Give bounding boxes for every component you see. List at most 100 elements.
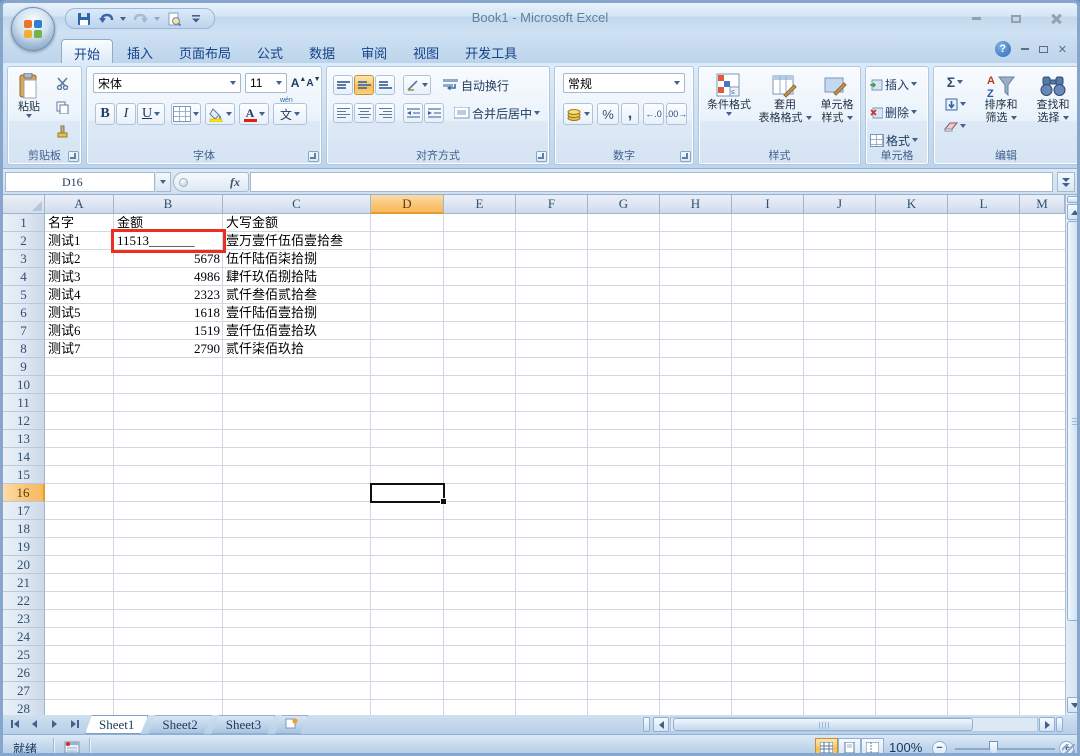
row-header-2[interactable]: 2 (3, 232, 45, 250)
row-header-16[interactable]: 16 (3, 484, 45, 502)
cell-C3[interactable]: 伍仟陆佰柒拾捌 (223, 250, 423, 268)
insert-function-button[interactable]: fx (230, 175, 240, 190)
zoom-level[interactable]: 100% (889, 740, 922, 753)
grow-font-button[interactable]: A ▲ (291, 73, 307, 93)
row-header-8[interactable]: 8 (3, 340, 45, 358)
cell-A4[interactable]: 测试3 (45, 268, 114, 286)
underline-button[interactable]: U (137, 103, 165, 125)
cell-C6[interactable]: 壹仟陆佰壹拾捌 (223, 304, 423, 322)
row-header-25[interactable]: 25 (3, 646, 45, 664)
cell-styles-button[interactable]: 单元格 样式 (815, 73, 859, 125)
font-size-select[interactable]: 11 (245, 73, 287, 93)
sort-filter-button[interactable]: AZ 排序和 筛选 (976, 73, 1026, 125)
align-left-button[interactable] (333, 103, 353, 123)
cell-A3[interactable]: 测试2 (45, 250, 114, 268)
cell-B4[interactable]: 4986 (114, 268, 223, 286)
row-header-7[interactable]: 7 (3, 322, 45, 340)
clipboard-dialog-launcher-icon[interactable] (68, 151, 79, 162)
row-header-26[interactable]: 26 (3, 664, 45, 682)
row-header-1[interactable]: 1 (3, 214, 45, 232)
conditional-formatting-button[interactable]: ≤ 条件格式 (703, 73, 755, 116)
align-middle-button[interactable] (354, 75, 374, 95)
decrease-indent-button[interactable] (403, 103, 423, 123)
customize-qat-icon[interactable] (188, 11, 204, 27)
cell-C7[interactable]: 壹仟伍佰壹拾玖 (223, 322, 423, 340)
column-header-J[interactable]: J (804, 195, 876, 214)
scroll-left-button[interactable] (653, 717, 669, 732)
italic-button[interactable]: I (116, 103, 136, 125)
tab-developer[interactable]: 开发工具 (453, 39, 529, 63)
name-box[interactable]: D16 (5, 172, 155, 192)
alignment-dialog-launcher-icon[interactable] (536, 151, 547, 162)
row-header-20[interactable]: 20 (3, 556, 45, 574)
zoom-slider-thumb[interactable] (989, 741, 998, 753)
row-header-6[interactable]: 6 (3, 304, 45, 322)
row-header-9[interactable]: 9 (3, 358, 45, 376)
formula-input[interactable] (250, 172, 1053, 192)
horizontal-scrollbar[interactable] (670, 717, 1038, 732)
save-icon[interactable] (76, 11, 92, 27)
number-dialog-launcher-icon[interactable] (680, 151, 691, 162)
font-dialog-launcher-icon[interactable] (308, 151, 319, 162)
sheet-tab-sheet1[interactable]: Sheet1 (85, 715, 148, 734)
sheet-tab-sheet3[interactable]: Sheet3 (212, 715, 275, 734)
cell-B6[interactable]: 1618 (114, 304, 223, 322)
increase-decimal-button[interactable]: ←.0 (643, 103, 664, 125)
phonetic-guide-button[interactable]: wén 文 (273, 97, 307, 125)
row-header-15[interactable]: 15 (3, 466, 45, 484)
last-sheet-button[interactable] (65, 716, 84, 732)
redo-icon[interactable] (132, 11, 148, 27)
select-all-button[interactable] (3, 195, 45, 214)
row-header-10[interactable]: 10 (3, 376, 45, 394)
decrease-decimal-button[interactable]: .00→ (666, 103, 687, 125)
grid-body[interactable]: 名字 金额 大写金额 测试1 11513_______ 壹万壹仟伍佰壹拾叁 测试2 5678 伍… (45, 214, 1065, 715)
copy-button[interactable] (50, 97, 74, 117)
scroll-right-button[interactable] (1039, 717, 1055, 732)
undo-dropdown-icon[interactable] (120, 16, 126, 21)
cell-A5[interactable]: 测试4 (45, 286, 114, 304)
redo-dropdown-icon[interactable] (154, 16, 160, 21)
cell-A7[interactable]: 测试6 (45, 322, 114, 340)
minimize-button[interactable] (963, 11, 989, 26)
shrink-font-button[interactable]: A ▼ (306, 73, 321, 93)
page-break-view-button[interactable] (861, 738, 884, 753)
clear-button[interactable] (940, 117, 970, 135)
insert-cells-button[interactable]: 插入 (869, 74, 918, 94)
format-as-table-button[interactable]: 套用 表格格式 (757, 73, 813, 125)
prev-sheet-button[interactable] (25, 716, 44, 732)
align-top-button[interactable] (333, 75, 353, 95)
format-cells-button[interactable]: 格式 (869, 130, 919, 150)
find-select-button[interactable]: 查找和 选择 (1030, 73, 1076, 125)
vertical-scrollbar[interactable] (1065, 195, 1077, 715)
name-box-dropdown-icon[interactable] (156, 172, 171, 192)
accounting-format-button[interactable] (563, 103, 593, 125)
sheet-tab-sheet2[interactable]: Sheet2 (148, 715, 211, 734)
active-cell-D16[interactable] (370, 483, 447, 505)
row-header-4[interactable]: 4 (3, 268, 45, 286)
normal-view-button[interactable] (815, 738, 838, 753)
scroll-up-button[interactable] (1067, 204, 1077, 220)
tab-home[interactable]: 开始 (61, 39, 114, 63)
column-header-L[interactable]: L (948, 195, 1020, 214)
delete-cells-button[interactable]: 删除 (869, 102, 918, 122)
vertical-split-handle[interactable] (1067, 196, 1077, 203)
cell-C5[interactable]: 贰仟叁佰贰拾叁 (223, 286, 423, 304)
font-name-select[interactable]: 宋体 (93, 73, 241, 93)
cell-B3[interactable]: 5678 (114, 250, 223, 268)
zoom-slider-track[interactable] (955, 748, 1055, 750)
column-header-I[interactable]: I (732, 195, 804, 214)
tab-insert[interactable]: 插入 (115, 39, 165, 63)
tab-review[interactable]: 审阅 (349, 39, 399, 63)
page-layout-view-button[interactable] (838, 738, 861, 753)
wrap-text-button[interactable]: 自动换行 (439, 75, 513, 95)
cell-A8[interactable]: 测试7 (45, 340, 114, 358)
tab-split-handle[interactable] (1056, 717, 1063, 732)
row-header-21[interactable]: 21 (3, 574, 45, 592)
doc-minimize-button[interactable] (1020, 48, 1029, 50)
percent-button[interactable]: % (597, 103, 619, 125)
zoom-out-button[interactable]: − (932, 741, 947, 753)
cell-A6[interactable]: 测试5 (45, 304, 114, 322)
row-header-18[interactable]: 18 (3, 520, 45, 538)
cut-button[interactable] (50, 73, 74, 93)
number-format-select[interactable]: 常规 (563, 73, 685, 93)
